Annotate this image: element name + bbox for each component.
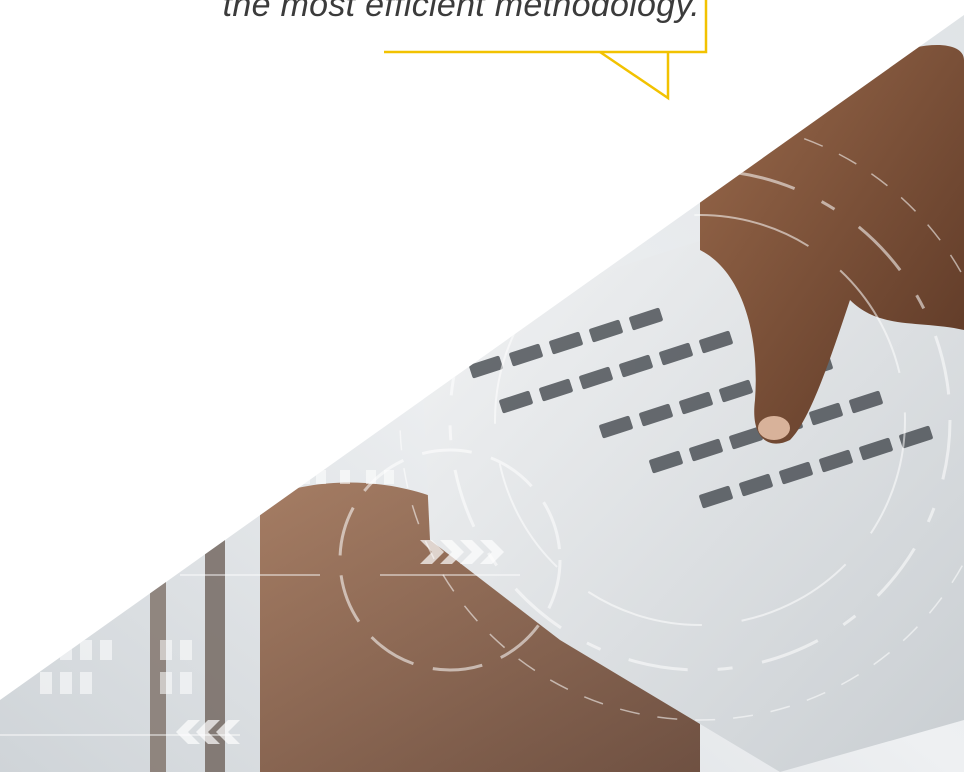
slide: the most efficient methodology. (0, 0, 964, 772)
laptop-typing-photo (0, 15, 964, 772)
